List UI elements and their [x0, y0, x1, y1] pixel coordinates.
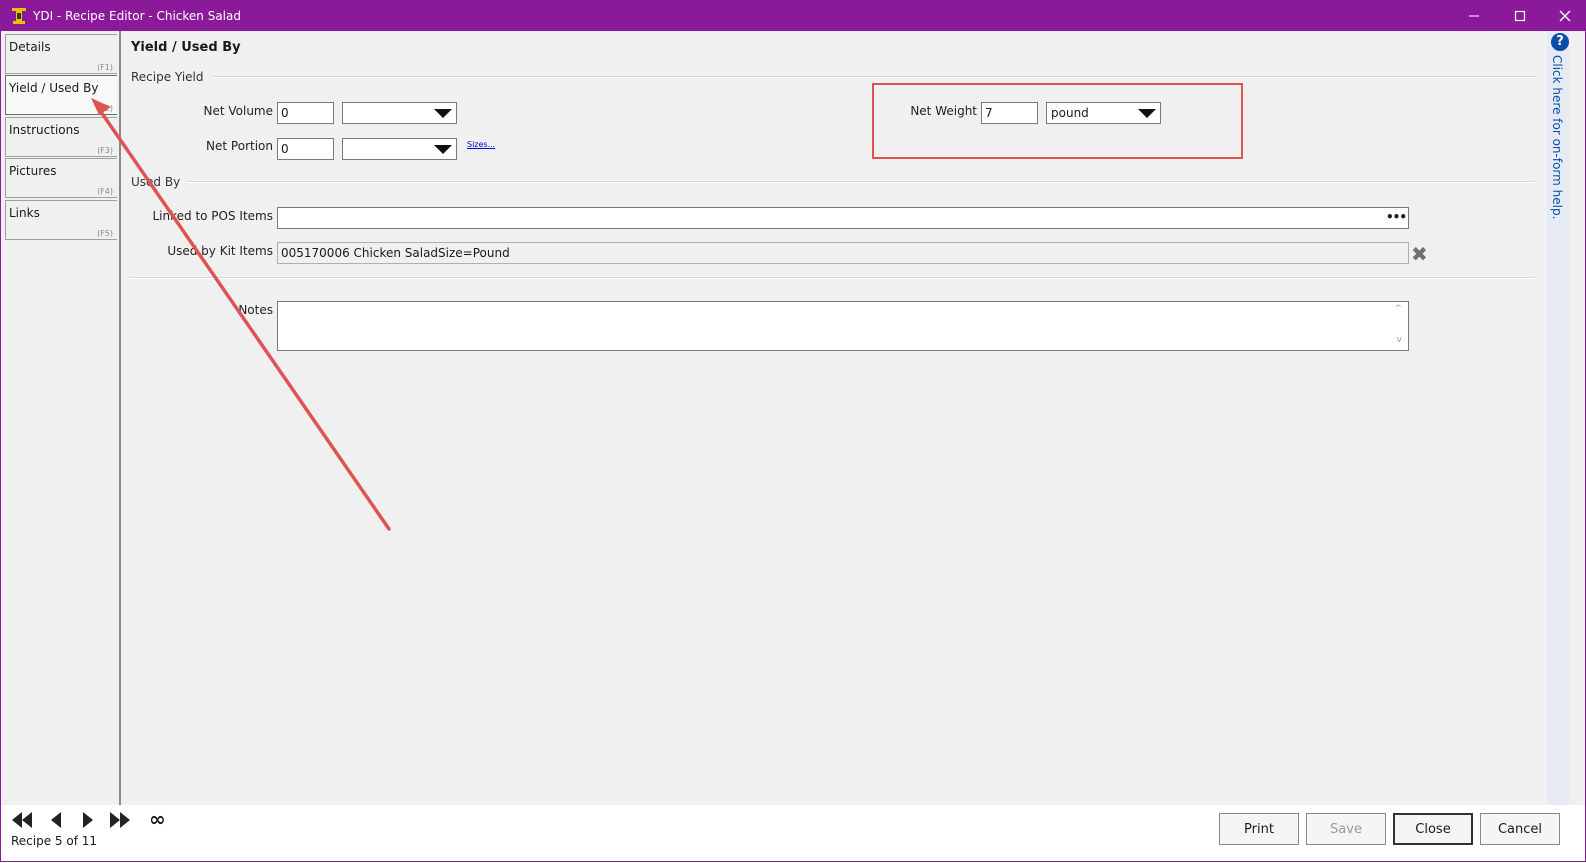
tab-pictures[interactable]: Pictures (F4): [5, 158, 117, 198]
previous-record-button[interactable]: [43, 809, 69, 831]
maximize-button[interactable]: [1497, 1, 1543, 31]
section-title: Yield / Used By: [131, 40, 241, 55]
help-icon[interactable]: ?: [1551, 33, 1569, 51]
window-title: YDI - Recipe Editor - Chicken Salad: [33, 9, 241, 23]
tab-instructions[interactable]: Instructions (F3): [5, 117, 117, 157]
remove-kit-item-icon[interactable]: ✖: [1411, 242, 1428, 266]
title-bar: YDI - Recipe Editor - Chicken Salad: [1, 1, 1585, 31]
record-info: Recipe 5 of 11: [11, 834, 98, 848]
help-text[interactable]: Click here for on-form help.: [1550, 55, 1564, 219]
recipe-yield-group-label: Recipe Yield: [131, 70, 204, 84]
notes-textarea[interactable]: ^ v: [277, 301, 1409, 351]
recipe-editor-window: YDI - Recipe Editor - Chicken Salad Deta…: [0, 0, 1586, 862]
main-panel: Yield / Used By Recipe Yield Net Volume …: [121, 31, 1546, 805]
tab-label: Links: [9, 206, 40, 220]
net-volume-unit-select[interactable]: [342, 102, 457, 124]
previous-record-icon: [51, 812, 61, 828]
tab-yield-used-by[interactable]: Yield / Used By (F2): [5, 75, 117, 115]
scroll-down-icon[interactable]: v: [1397, 335, 1402, 345]
tab-label: Details: [9, 40, 51, 54]
close-window-button[interactable]: [1542, 1, 1586, 31]
tab-links[interactable]: Links (F5): [5, 200, 117, 240]
tab-shortcut: (F3): [97, 146, 113, 155]
scroll-up-icon[interactable]: ^: [1394, 304, 1402, 314]
last-record-icon: [110, 812, 130, 828]
help-strip[interactable]: ? Click here for on-form help.: [1547, 31, 1585, 805]
last-record-button[interactable]: [107, 809, 133, 831]
notes-divider: [129, 277, 1535, 279]
net-weight-unit-select[interactable]: pound: [1046, 102, 1161, 124]
close-button[interactable]: Close: [1393, 813, 1473, 845]
group-divider: [187, 181, 1535, 183]
group-divider: [213, 76, 1535, 78]
linked-pos-label: Linked to POS Items: [152, 209, 273, 223]
net-volume-label: Net Volume: [203, 104, 273, 118]
net-volume-input[interactable]: 0: [277, 102, 334, 124]
bottom-bar: ∞ Recipe 5 of 11 Print Save Close Cancel: [1, 805, 1585, 861]
sizes-link[interactable]: Sizes...: [467, 140, 495, 149]
net-portion-unit-select[interactable]: [342, 138, 457, 160]
minimize-button[interactable]: [1451, 1, 1497, 31]
print-button[interactable]: Print: [1219, 813, 1299, 845]
tab-label: Instructions: [9, 123, 80, 137]
minimize-icon: [1469, 15, 1479, 17]
tab-label: Pictures: [9, 164, 57, 178]
net-weight-unit-value: pound: [1051, 106, 1089, 120]
used-by-group-label: Used By: [131, 175, 181, 189]
chevron-down-icon: [434, 109, 452, 118]
first-record-button[interactable]: [9, 809, 35, 831]
tab-shortcut: (F5): [97, 229, 113, 238]
chevron-down-icon: [1138, 109, 1156, 118]
tab-details[interactable]: Details (F1): [5, 34, 117, 74]
app-icon: [12, 8, 26, 24]
tab-shortcut: (F1): [97, 63, 113, 72]
first-record-icon: [12, 812, 32, 828]
tab-shortcut: (F4): [97, 187, 113, 196]
maximize-icon: [1514, 10, 1526, 22]
close-icon: [1559, 10, 1571, 22]
net-weight-label: Net Weight: [910, 104, 977, 118]
kit-items-field[interactable]: 005170006 Chicken SaladSize=Pound: [277, 242, 1409, 264]
cancel-button[interactable]: Cancel: [1480, 813, 1560, 845]
net-portion-input[interactable]: 0: [277, 138, 334, 160]
notes-label: Notes: [238, 303, 273, 317]
infinity-icon[interactable]: ∞: [149, 807, 166, 831]
tab-column: Details (F1) Yield / Used By (F2) Instru…: [1, 31, 121, 805]
save-button[interactable]: Save: [1306, 813, 1386, 845]
chevron-down-icon: [434, 145, 452, 154]
kit-items-label: Used by Kit Items: [167, 244, 273, 258]
tab-shortcut: (F2): [97, 104, 113, 113]
next-record-button[interactable]: [75, 809, 101, 831]
next-record-icon: [83, 812, 93, 828]
net-portion-label: Net Portion: [206, 139, 273, 153]
tab-label: Yield / Used By: [9, 81, 99, 95]
net-weight-input[interactable]: 7: [981, 102, 1038, 124]
linked-pos-input[interactable]: [277, 207, 1409, 229]
browse-pos-button[interactable]: •••: [1386, 210, 1407, 224]
